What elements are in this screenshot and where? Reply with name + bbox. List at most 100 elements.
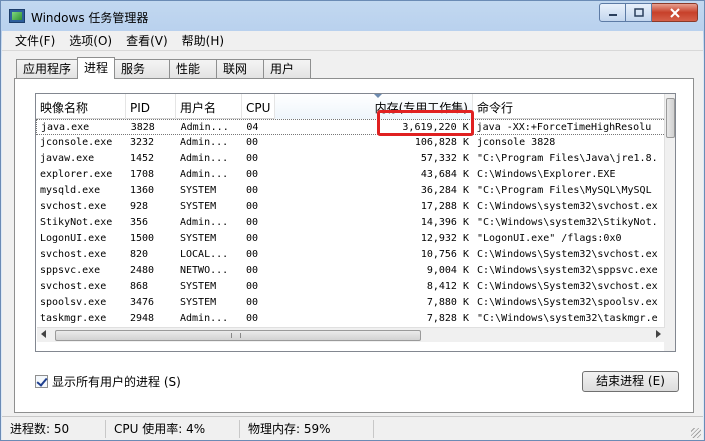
tab-users[interactable]: 用户 — [263, 59, 312, 79]
process-row[interactable]: StikyNot.exe 356 Admin... 00 14,396 K "C:\Win… — [36, 215, 666, 231]
status-physical-memory: 物理内存: 59% — [240, 419, 374, 438]
horizontal-scrollbar[interactable] — [37, 327, 665, 342]
cell-image-name: spoolsv.exe — [40, 297, 107, 308]
cell-cpu: 00 — [246, 185, 259, 196]
cell-pid: 1500 — [130, 233, 155, 244]
cell-command-line: "C:\Program Files\Java\jre1.8. — [477, 153, 658, 164]
vertical-scrollbar[interactable] — [664, 94, 675, 351]
process-row[interactable]: mysqld.exe 1360 SYSTEM 00 36,284 K "C:\Progra… — [36, 183, 666, 199]
cell-username: Admin... — [180, 137, 229, 148]
cell-memory: 106,828 K — [414, 137, 469, 148]
cell-username: NETWO... — [180, 265, 229, 276]
cell-image-name: explorer.exe — [40, 169, 113, 180]
cell-pid: 1360 — [130, 185, 155, 196]
cell-memory: 36,284 K — [420, 185, 469, 196]
cell-command-line: jconsole 3828 — [477, 137, 556, 148]
task-manager-app-icon — [9, 9, 25, 23]
process-list-header: 映像名称 PID 用户名 CPU 内存(专用工作集) 命令行 — [36, 94, 675, 119]
menu-options[interactable]: 选项(O) — [62, 31, 119, 51]
cell-memory: 8,412 K — [426, 281, 469, 292]
scroll-right-icon[interactable] — [656, 330, 661, 338]
cell-username: SYSTEM — [180, 297, 217, 308]
cell-cpu: 00 — [246, 281, 259, 292]
process-row[interactable]: svchost.exe 820 LOCAL... 00 10,756 K C:\Windo… — [36, 247, 666, 263]
process-rows: java.exe 3828 Admin... 04 3,619,220 Kjava -X… — [36, 119, 666, 343]
cell-memory: 7,880 K — [426, 297, 469, 308]
memory-highlight-annotation — [377, 110, 474, 136]
vertical-scroll-thumb[interactable] — [666, 98, 675, 138]
process-row[interactable]: LogonUI.exe 1500 SYSTEM 00 12,932 K "LogonUI.… — [36, 231, 666, 247]
maximize-button[interactable] — [626, 3, 652, 22]
process-row[interactable]: explorer.exe 1708 Admin... 00 43,684 K C:\Win… — [36, 167, 666, 183]
cell-cpu: 00 — [246, 137, 259, 148]
cell-image-name: taskmgr.exe — [40, 313, 107, 324]
process-row[interactable]: sppsvc.exe 2480 NETWO... 00 9,004 K C:\Window… — [36, 263, 666, 279]
cell-image-name: StikyNot.exe — [40, 217, 113, 228]
cell-command-line: C:\Windows\system32\svchost.ex — [477, 201, 658, 212]
cell-command-line: C:\Windows\Explorer.EXE — [477, 169, 616, 180]
cell-image-name: sppsvc.exe — [40, 265, 101, 276]
window-controls — [599, 3, 698, 22]
cell-pid: 356 — [130, 217, 149, 228]
close-icon — [669, 7, 680, 18]
cell-image-name: jconsole.exe — [40, 137, 113, 148]
cell-pid: 1452 — [130, 153, 155, 164]
cell-pid: 868 — [130, 281, 149, 292]
show-all-users-option[interactable]: 显示所有用户的进程 (S) — [35, 373, 181, 390]
cell-memory: 43,684 K — [420, 169, 469, 180]
end-process-button[interactable]: 结束进程 (E) — [582, 371, 679, 392]
cell-cpu: 00 — [246, 297, 259, 308]
column-username[interactable]: 用户名 — [176, 94, 242, 119]
cell-username: Admin... — [180, 217, 229, 228]
show-all-users-checkbox[interactable] — [35, 375, 48, 388]
cell-username: Admin... — [180, 153, 229, 164]
status-cpu-usage: CPU 使用率: 4% — [106, 419, 240, 438]
menu-bar: 文件(F) 选项(O) 查看(V) 帮助(H) — [2, 31, 703, 51]
column-cpu[interactable]: CPU — [242, 94, 275, 119]
cell-command-line: C:\Windows\System32\svchost.ex — [477, 249, 658, 260]
cell-image-name: svchost.exe — [40, 201, 107, 212]
close-button[interactable] — [652, 3, 698, 22]
menu-view[interactable]: 查看(V) — [119, 31, 175, 51]
cell-pid: 3828 — [130, 122, 155, 133]
resize-grip-icon[interactable] — [691, 428, 701, 438]
cell-image-name: LogonUI.exe — [40, 233, 107, 244]
cell-pid: 820 — [130, 249, 149, 260]
cell-image-name: javaw.exe — [40, 153, 95, 164]
cell-memory: 12,932 K — [420, 233, 469, 244]
process-row[interactable]: taskmgr.exe 2948 Admin... 00 7,828 K "C:\Wind… — [36, 311, 666, 327]
process-row[interactable]: jconsole.exe 3232 Admin... 00 106,828 K jcons… — [36, 135, 666, 151]
tab-processes[interactable]: 进程 — [77, 57, 116, 79]
tab-services[interactable]: 服务 — [114, 59, 171, 79]
cell-command-line: "C:\Windows\system32\StikyNot. — [477, 217, 658, 228]
cell-cpu: 00 — [246, 313, 259, 324]
menu-help[interactable]: 帮助(H) — [175, 31, 231, 51]
cell-command-line: "C:\Program Files\MySQL\MySQL — [477, 185, 652, 196]
window-title: Windows 任务管理器 — [31, 11, 149, 25]
process-row[interactable]: javaw.exe 1452 Admin... 00 57,332 K "C:\Progr… — [36, 151, 666, 167]
minimize-button[interactable] — [599, 3, 626, 22]
cell-username: SYSTEM — [180, 201, 217, 212]
cell-username: Admin... — [180, 122, 229, 133]
process-row[interactable]: spoolsv.exe 3476 SYSTEM 00 7,880 K C:\Windows… — [36, 295, 666, 311]
cell-cpu: 04 — [246, 122, 259, 133]
process-row[interactable]: java.exe 3828 Admin... 04 3,619,220 Kjava -X… — [36, 119, 666, 135]
processes-panel: 映像名称 PID 用户名 CPU 内存(专用工作集) 命令行 java.exe 3… — [14, 78, 694, 413]
task-manager-window: Windows 任务管理器 文件(F) 选项(O) 查看(V) 帮助(H) 应用… — [0, 0, 705, 441]
process-list[interactable]: 映像名称 PID 用户名 CPU 内存(专用工作集) 命令行 java.exe 3… — [35, 93, 676, 352]
sort-descending-icon — [373, 94, 382, 98]
process-row[interactable]: svchost.exe 928 SYSTEM 00 17,288 K C:\Windows… — [36, 199, 666, 215]
menu-file[interactable]: 文件(F) — [8, 31, 62, 51]
tab-performance[interactable]: 性能 — [169, 59, 218, 79]
column-pid[interactable]: PID — [126, 94, 176, 119]
tab-applications[interactable]: 应用程序 — [16, 59, 79, 79]
tab-networking[interactable]: 联网 — [216, 59, 265, 79]
column-image-name[interactable]: 映像名称 — [36, 94, 126, 119]
cell-pid: 1708 — [130, 169, 155, 180]
scrollbar-corner — [664, 336, 675, 351]
column-command-line[interactable]: 命令行 — [473, 94, 666, 119]
title-bar[interactable]: Windows 任务管理器 — [1, 1, 704, 31]
process-row[interactable]: svchost.exe 868 SYSTEM 00 8,412 K C:\Windows\… — [36, 279, 666, 295]
scroll-left-icon[interactable] — [41, 330, 46, 338]
horizontal-scroll-thumb[interactable] — [55, 330, 421, 341]
